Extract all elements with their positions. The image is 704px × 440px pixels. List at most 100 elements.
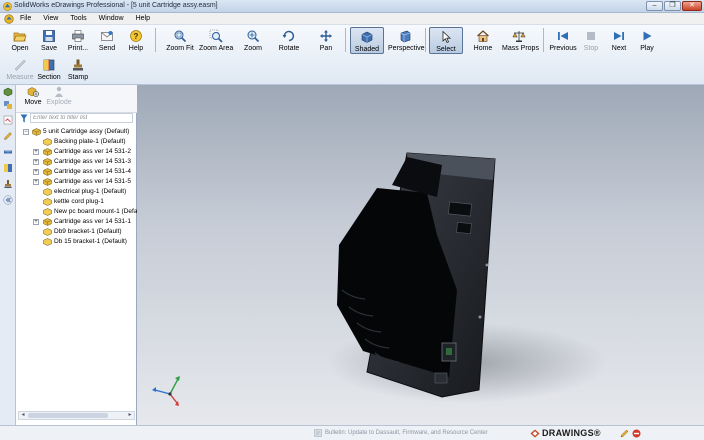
- tree-item[interactable]: kettle cord plug-1: [16, 197, 137, 207]
- tree-item-label: Cartridge ass ver 14 531-1: [54, 218, 131, 225]
- home-button[interactable]: Home: [466, 27, 500, 54]
- stamp-icon: [73, 59, 83, 71]
- stamp-tab-icon[interactable]: [3, 179, 13, 189]
- expand-toggle[interactable]: +: [33, 149, 39, 155]
- component-tree: − 5 unit Cartridge assy (Default) Backin…: [16, 127, 147, 247]
- mounting-hole: [478, 315, 482, 319]
- subassembly-icon: [43, 218, 52, 226]
- help-button[interactable]: ? Help: [119, 27, 153, 54]
- plug-socket: [446, 348, 452, 355]
- shaded-button[interactable]: Shaded: [350, 27, 384, 54]
- markup-tab-icon[interactable]: [3, 115, 13, 125]
- filter-icon: [20, 114, 28, 123]
- expand-toggle[interactable]: +: [33, 179, 39, 185]
- document-menu-icon[interactable]: [4, 14, 14, 24]
- collapse-toggle[interactable]: −: [23, 129, 29, 135]
- status-bar: Bulletin: Update to Dassault, Firmware, …: [0, 425, 704, 440]
- tree-item[interactable]: Db9 bracket-1 (Default): [16, 227, 137, 237]
- stamp-button[interactable]: Stamp: [61, 56, 95, 83]
- perspective-button[interactable]: Perspective: [388, 27, 425, 54]
- tree-item-label: Cartridge ass ver 14 531-4: [54, 168, 131, 175]
- subassembly-icon: [43, 178, 52, 186]
- tree-item[interactable]: New pc board mount-1 (Default): [16, 207, 147, 217]
- mass-props-icon: [512, 31, 526, 42]
- pan-icon: [320, 30, 332, 42]
- part-icon: [43, 188, 52, 196]
- tree-item[interactable]: + Cartridge ass ver 14 531-1: [16, 217, 137, 227]
- scroll-left-arrow-icon[interactable]: ◂: [19, 412, 27, 419]
- window-title: SolidWorks eDrawings Professional - [5 u…: [14, 2, 218, 9]
- tree-item[interactable]: Backing plate-1 (Default): [16, 137, 137, 147]
- explode-button[interactable]: Explode: [44, 86, 74, 106]
- filter-input[interactable]: [30, 113, 133, 123]
- floppy-icon: [43, 30, 55, 42]
- expand-toggle[interactable]: +: [33, 169, 39, 175]
- folder-open-icon: [13, 32, 27, 42]
- component-tree-panel: Move Explode − 5 unit Cartridge assy (De…: [16, 85, 147, 425]
- menu-window[interactable]: Window: [98, 15, 125, 22]
- tree-item[interactable]: + Cartridge ass ver 14 531-3: [16, 157, 137, 167]
- menu-view[interactable]: View: [42, 15, 59, 22]
- menu-file[interactable]: File: [19, 15, 32, 22]
- envelope-icon: [101, 31, 113, 41]
- rotate-button[interactable]: Rotate: [272, 27, 306, 54]
- scroll-right-arrow-icon[interactable]: ▸: [126, 412, 134, 419]
- tree-item[interactable]: + Cartridge ass ver 14 531-4: [16, 167, 137, 177]
- perspective-icon: [400, 30, 411, 43]
- tree-horizontal-scrollbar[interactable]: ◂ ▸: [18, 411, 135, 420]
- tree-item-label: Db 15 bracket-1 (Default): [54, 238, 127, 245]
- kettle-cord-plug: [434, 372, 448, 384]
- status-message[interactable]: Bulletin: Update to Dassault, Firmware, …: [325, 430, 488, 436]
- zoom-button[interactable]: Zoom: [236, 27, 270, 54]
- mass-props-button[interactable]: Mass Props: [502, 27, 539, 54]
- model-render: [152, 152, 607, 406]
- no-entry-status-icon[interactable]: [632, 429, 641, 438]
- tree-item-label: Cartridge ass ver 14 531-2: [54, 148, 131, 155]
- tree-item-label: New pc board mount-1 (Default): [54, 208, 147, 215]
- part-icon: [43, 238, 52, 246]
- section-tab-icon[interactable]: [3, 163, 13, 173]
- zoom-icon: [247, 30, 260, 43]
- menu-help[interactable]: Help: [135, 15, 151, 22]
- measure-tab-icon[interactable]: [3, 147, 13, 157]
- components-tab-icon[interactable]: [3, 87, 13, 97]
- menu-tools[interactable]: Tools: [69, 15, 87, 22]
- edrawings-logo-icon: [530, 429, 540, 438]
- tree-item-label: Cartridge ass ver 14 531-3: [54, 158, 131, 165]
- model-viewport[interactable]: [137, 85, 704, 425]
- explode-icon: [55, 86, 63, 97]
- minimize-button[interactable]: –: [646, 1, 663, 11]
- rotate-icon: [282, 30, 295, 42]
- restore-button[interactable]: ❐: [664, 1, 681, 11]
- plate-cutout: [448, 201, 472, 217]
- tree-item[interactable]: Db 15 bracket-1 (Default): [16, 237, 137, 247]
- tree-item[interactable]: + Cartridge ass ver 14 531-2: [16, 147, 137, 157]
- pan-button[interactable]: Pan: [309, 27, 343, 54]
- app-icon: [3, 2, 12, 11]
- pencil-status-icon[interactable]: [620, 429, 629, 438]
- tree-item-label: kettle cord plug-1: [54, 198, 104, 205]
- tree-item[interactable]: + Cartridge ass ver 14 531-5: [16, 177, 137, 187]
- close-button[interactable]: ✕: [682, 1, 702, 11]
- part-icon: [43, 228, 52, 236]
- expand-toggle[interactable]: +: [33, 219, 39, 225]
- tree-item[interactable]: electrical plug-1 (Default): [16, 187, 137, 197]
- move-icon: [27, 87, 39, 97]
- configurations-tab-icon[interactable]: [3, 100, 13, 110]
- bulletin-icon: [314, 429, 322, 437]
- pencil-tab-icon[interactable]: [3, 131, 13, 141]
- expand-toggle[interactable]: +: [33, 159, 39, 165]
- section-icon: [43, 59, 55, 71]
- tree-item-label: Db9 bracket-1 (Default): [54, 228, 122, 235]
- tree-item-label: Backing plate-1 (Default): [54, 138, 126, 145]
- play-button[interactable]: Play: [630, 27, 664, 54]
- home-icon: [477, 30, 489, 42]
- scroll-thumb[interactable]: [28, 413, 108, 418]
- left-tab-rail: [0, 85, 16, 425]
- collapse-panel-icon[interactable]: [3, 195, 13, 205]
- zoom-area-button[interactable]: Zoom Area: [199, 27, 233, 54]
- axis-triad: [152, 376, 180, 406]
- zoom-fit-button[interactable]: Zoom Fit: [163, 27, 197, 54]
- select-button[interactable]: Select: [429, 27, 463, 54]
- tree-item-root[interactable]: − 5 unit Cartridge assy (Default): [16, 127, 137, 137]
